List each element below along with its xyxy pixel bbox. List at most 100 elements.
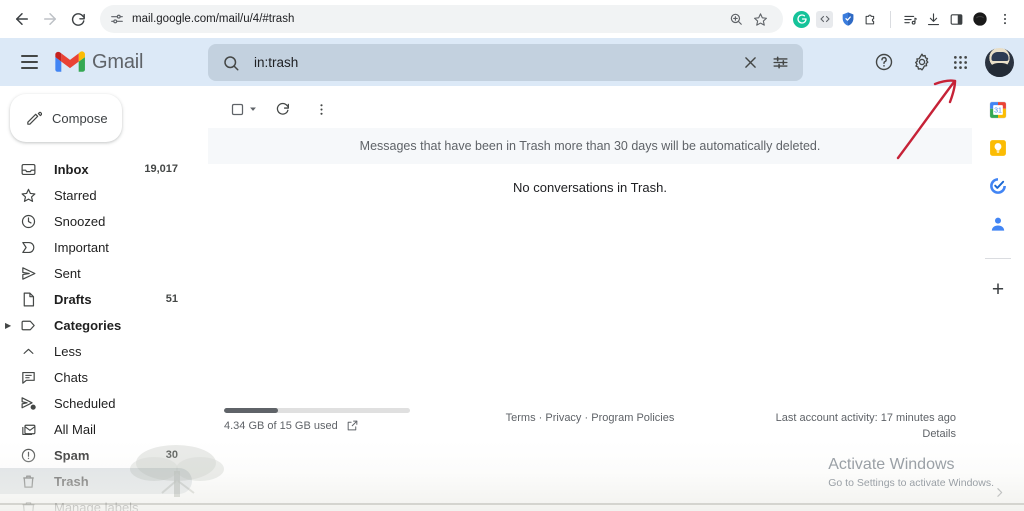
chevron-down-icon[interactable] xyxy=(248,104,258,114)
sidebar-count: 30 xyxy=(165,449,178,461)
footer-links: Terms · Privacy · Program Policies xyxy=(464,408,716,424)
search-input[interactable] xyxy=(254,55,735,70)
sidebar-item-sent[interactable]: Sent xyxy=(0,260,192,286)
sidebar-label: Important xyxy=(54,239,109,255)
address-bar[interactable]: mail.google.com/mail/u/4/#trash xyxy=(100,5,783,33)
sidebar-item-less[interactable]: Less xyxy=(0,338,192,364)
sidebar-item-snoozed[interactable]: Snoozed xyxy=(0,208,192,234)
downloads-icon[interactable] xyxy=(925,11,942,28)
compose-label: Compose xyxy=(52,110,108,126)
banner-text: Messages that have been in Trash more th… xyxy=(359,139,821,153)
sidebar-item-starred[interactable]: Starred xyxy=(0,182,192,208)
header-actions xyxy=(866,38,1016,86)
code-extension-icon[interactable] xyxy=(816,10,833,28)
sidebar-item-categories[interactable]: ▶ Categories xyxy=(0,312,192,338)
sidebar-item-chats[interactable]: Chats xyxy=(0,364,192,390)
support-icon[interactable] xyxy=(866,44,902,80)
terms-link[interactable]: Terms xyxy=(506,412,536,424)
draft-icon xyxy=(19,291,37,308)
gmail-header: Gmail xyxy=(0,38,1024,86)
google-tasks-icon[interactable] xyxy=(988,176,1008,196)
google-contacts-icon[interactable] xyxy=(988,214,1008,234)
search-icon[interactable] xyxy=(222,54,240,72)
storage-text: 4.34 GB of 15 GB used xyxy=(224,419,338,432)
label-icon xyxy=(19,317,37,334)
storage-bar-track xyxy=(224,408,410,413)
expand-side-panel-button[interactable] xyxy=(986,479,1012,505)
more-options-button[interactable] xyxy=(306,94,336,124)
activity-details-link[interactable]: Details xyxy=(716,428,956,440)
send-icon xyxy=(19,265,37,282)
settings-gear-icon[interactable] xyxy=(904,44,940,80)
sidebar: Compose Inbox 19,017 Starred Snoozed Imp… xyxy=(0,86,208,511)
program-policies-link[interactable]: Program Policies xyxy=(591,412,674,424)
add-addons-icon[interactable]: + xyxy=(992,279,1004,300)
empty-state-text: No conversations in Trash. xyxy=(513,179,667,195)
spam-icon xyxy=(19,447,37,464)
star-icon xyxy=(19,187,37,204)
gmail-logo-icon xyxy=(55,50,85,72)
forward-button[interactable] xyxy=(36,5,64,33)
refresh-button[interactable] xyxy=(268,94,298,124)
scheduled-icon xyxy=(19,395,37,412)
manage-storage-icon[interactable] xyxy=(346,419,359,432)
storage-info: 4.34 GB of 15 GB used xyxy=(224,419,464,432)
mail-list-pane: Messages that have been in Trash more th… xyxy=(208,90,972,490)
sidebar-item-trash[interactable]: Trash xyxy=(0,468,192,494)
sidebar-item-inbox[interactable]: Inbox 19,017 xyxy=(0,156,192,182)
sidebar-count: 19,017 xyxy=(144,163,178,175)
grammarly-extension-icon[interactable] xyxy=(793,10,810,28)
account-activity: Last account activity: 17 minutes ago De… xyxy=(716,408,956,440)
profile-avatar-icon[interactable] xyxy=(971,11,988,28)
select-all-control[interactable] xyxy=(222,94,258,124)
sidebar-label: Starred xyxy=(54,187,97,203)
search-options-button[interactable] xyxy=(765,48,795,78)
trash-retention-banner: Messages that have been in Trash more th… xyxy=(208,128,972,164)
sidebar-label: Categories xyxy=(54,317,122,333)
sidebar-item-scheduled[interactable]: Scheduled xyxy=(0,390,192,416)
back-button[interactable] xyxy=(8,5,36,33)
clear-search-button[interactable] xyxy=(735,48,765,78)
sidebar-item-manage-labels[interactable]: Manage labels xyxy=(0,494,192,511)
site-settings-icon[interactable] xyxy=(110,12,124,26)
main-menu-button[interactable] xyxy=(9,42,49,82)
sidebar-item-all-mail[interactable]: All Mail xyxy=(0,416,192,442)
mail-footer: 4.34 GB of 15 GB used Terms · Privacy · … xyxy=(208,408,972,440)
apps-grid-icon[interactable] xyxy=(942,44,978,80)
google-keep-icon[interactable] xyxy=(988,138,1008,158)
sidebar-item-spam[interactable]: Spam 30 xyxy=(0,442,192,468)
browser-toolbar: mail.google.com/mail/u/4/#trash xyxy=(0,0,1024,38)
account-avatar[interactable] xyxy=(985,47,1014,77)
compose-button[interactable]: Compose xyxy=(10,94,122,142)
sidebar-label: Scheduled xyxy=(54,395,116,411)
toolbar-divider xyxy=(890,10,891,28)
chevron-right-icon[interactable]: ▶ xyxy=(5,321,11,330)
bookmark-star-icon[interactable] xyxy=(749,8,771,30)
sidebar-item-important[interactable]: Important xyxy=(0,234,192,260)
pencil-icon xyxy=(25,110,42,127)
privacy-link[interactable]: Privacy xyxy=(545,412,581,424)
url-text: mail.google.com/mail/u/4/#trash xyxy=(132,13,295,25)
mail-toolbar xyxy=(208,90,972,128)
footer-separator-2: · xyxy=(584,412,589,424)
sidebar-nav-list: Inbox 19,017 Starred Snoozed Important S… xyxy=(0,156,208,511)
side-panel-icon[interactable] xyxy=(948,11,965,28)
google-calendar-icon[interactable]: 31 xyxy=(988,100,1008,120)
sidebar-label: Spam xyxy=(54,447,90,463)
reload-button[interactable] xyxy=(64,5,92,33)
search-bar[interactable] xyxy=(208,44,803,81)
manage-labels-icon xyxy=(19,499,37,511)
sidebar-item-drafts[interactable]: Drafts 51 xyxy=(0,286,192,312)
reading-list-icon[interactable] xyxy=(902,11,919,28)
gmail-logo[interactable]: Gmail xyxy=(55,51,143,74)
last-activity-text: Last account activity: 17 minutes ago xyxy=(775,412,956,424)
trash-icon xyxy=(19,473,37,490)
zoom-icon[interactable] xyxy=(725,8,747,30)
chrome-menu-icon[interactable] xyxy=(994,8,1016,30)
storage-section: 4.34 GB of 15 GB used xyxy=(224,408,464,432)
puzzle-extensions-icon[interactable] xyxy=(862,11,879,28)
sidebar-label: Inbox xyxy=(54,161,89,177)
storage-bar-fill xyxy=(224,408,278,413)
shield-extension-icon[interactable] xyxy=(839,11,856,28)
sidebar-label: Less xyxy=(54,343,82,359)
